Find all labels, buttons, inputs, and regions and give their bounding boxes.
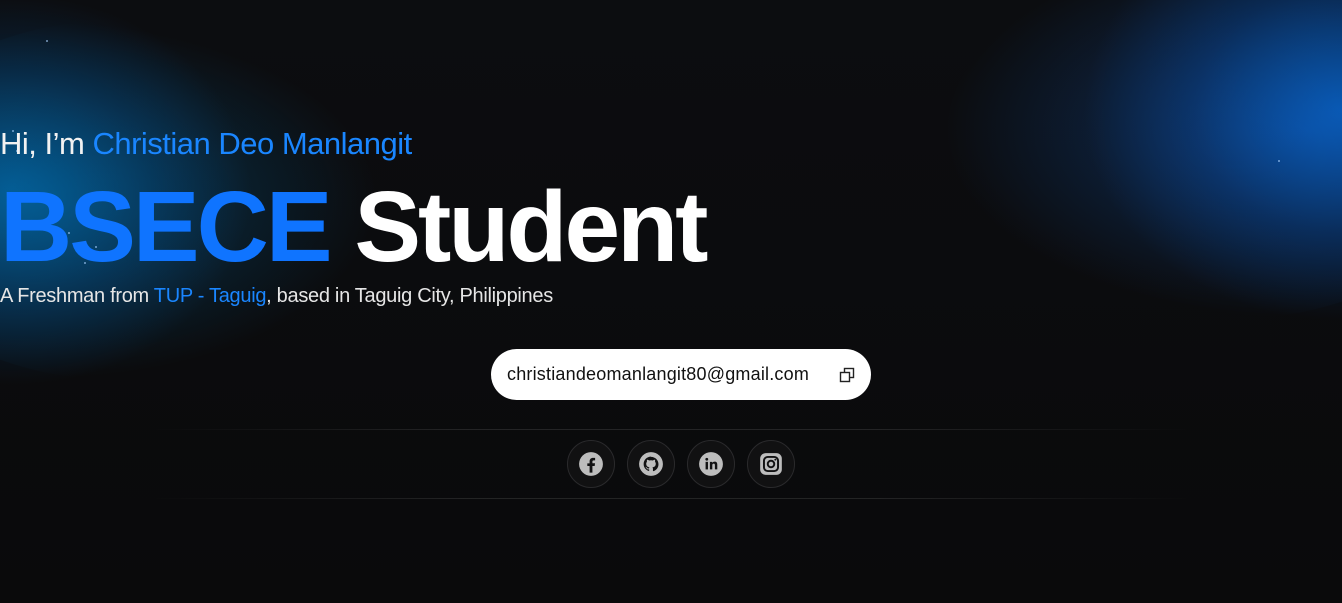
subtitle-prefix: A Freshman from — [0, 285, 154, 307]
subtitle-suffix: , based in Taguig City, Philippines — [266, 285, 553, 307]
subtitle: A Freshman from TUP - Taguig, based in T… — [0, 285, 1342, 308]
copy-icon[interactable] — [839, 367, 855, 383]
social-links — [567, 440, 795, 488]
star — [46, 40, 48, 42]
github-icon — [639, 452, 663, 476]
email-copy-pill[interactable]: christiandeomanlangit80@gmail.com — [491, 349, 871, 400]
headline: BSECE Student — [0, 172, 1342, 282]
greeting-prefix: Hi, I’m — [0, 126, 93, 161]
school-link[interactable]: TUP - Taguig — [154, 285, 267, 307]
instagram-button[interactable] — [747, 440, 795, 488]
bottom-divider — [150, 498, 1192, 499]
github-button[interactable] — [627, 440, 675, 488]
hero-section: Hi, I’m Christian Deo Manlangit BSECE St… — [0, 0, 1342, 603]
headline-accent: BSECE — [0, 171, 333, 283]
instagram-icon — [760, 453, 782, 475]
headline-rest: Student — [329, 171, 708, 283]
owner-name: Christian Deo Manlangit — [92, 126, 412, 161]
linkedin-icon — [699, 452, 723, 476]
top-divider — [150, 429, 1192, 430]
facebook-button[interactable] — [567, 440, 615, 488]
linkedin-button[interactable] — [687, 440, 735, 488]
email-address: christiandeomanlangit80@gmail.com — [507, 364, 810, 384]
facebook-icon — [579, 452, 603, 476]
greeting: Hi, I’m Christian Deo Manlangit — [0, 126, 1342, 162]
